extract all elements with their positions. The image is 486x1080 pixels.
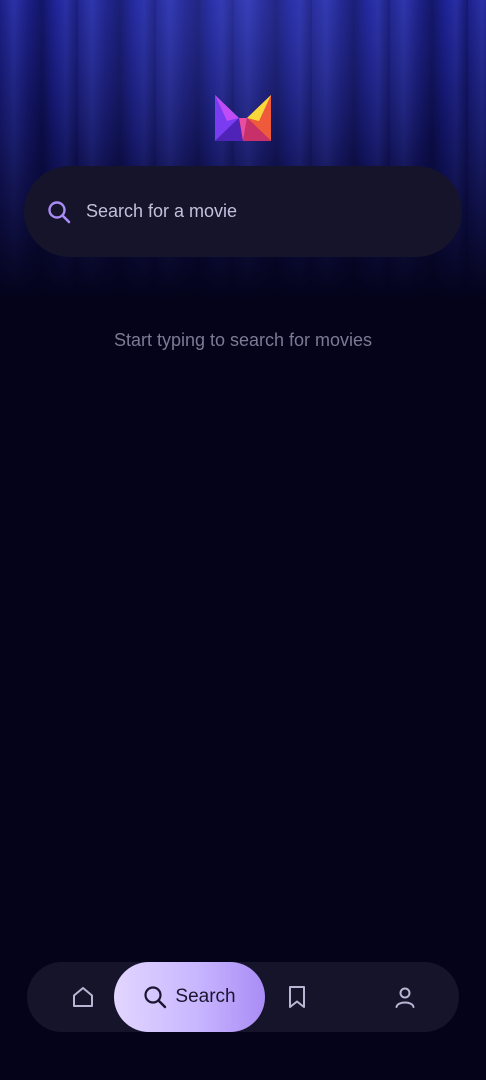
search-screen: Search for a movie Start typing to searc…: [0, 0, 486, 1080]
tab-saved[interactable]: [269, 962, 325, 1032]
tab-search-label: Search: [175, 986, 236, 1007]
bottom-tab-bar: Search: [27, 962, 459, 1032]
tab-search[interactable]: Search: [114, 962, 265, 1032]
search-placeholder: Search for a movie: [86, 201, 238, 221]
tab-profile[interactable]: [377, 962, 433, 1032]
profile-icon: [395, 987, 415, 1008]
tab-home[interactable]: [55, 962, 111, 1032]
search-icon: [46, 199, 72, 225]
home-icon: [73, 987, 93, 1007]
search-input[interactable]: Search for a movie: [24, 166, 462, 257]
search-icon: [144, 986, 167, 1009]
empty-state-message: Start typing to search for movies: [113, 330, 373, 350]
bookmark-icon: [289, 986, 305, 1008]
movie-app-logo-icon: [215, 95, 271, 141]
